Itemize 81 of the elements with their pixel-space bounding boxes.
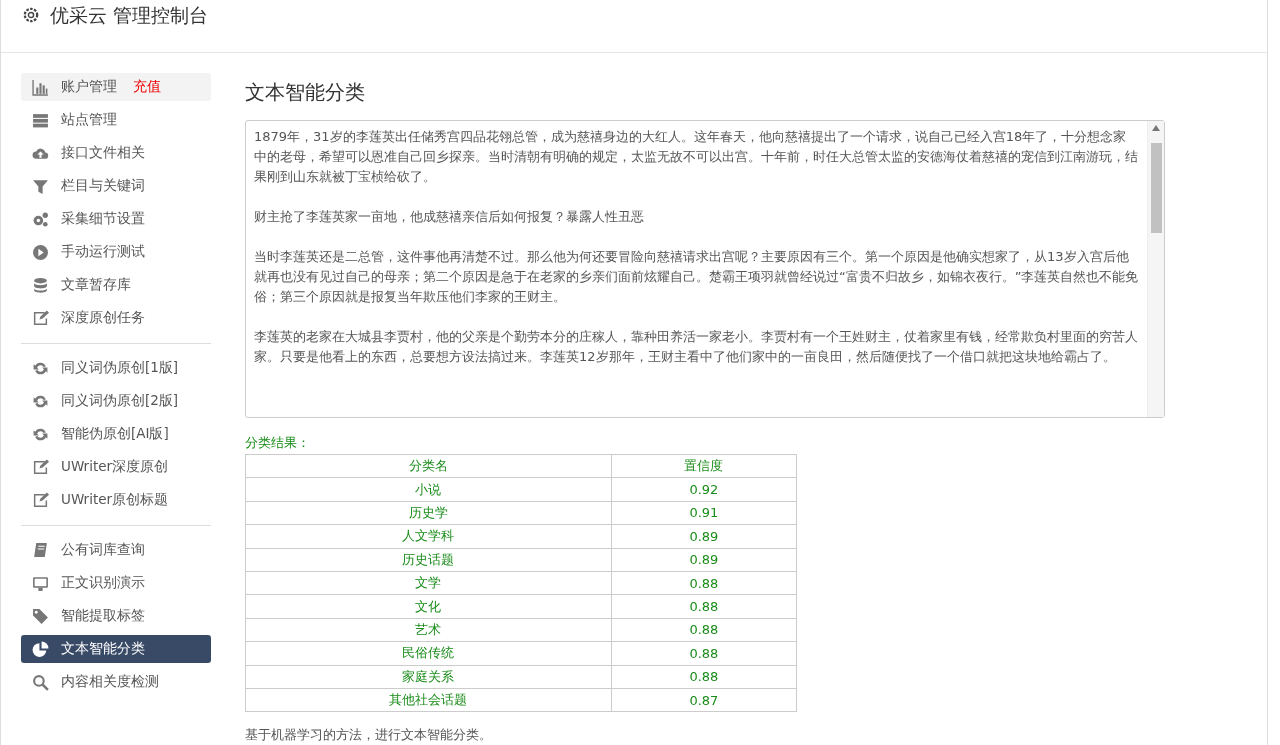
table-cell: 小说 [245, 477, 612, 502]
sidebar-item-label: 内容相关度检测 [61, 673, 159, 691]
sidebar-item[interactable]: 内容相关度检测 [21, 668, 211, 696]
sidebar-item[interactable]: UWriter原创标题 [21, 486, 211, 514]
sidebar-item-label: 同义词伪原创[1版] [61, 359, 179, 377]
table-cell: 家庭关系 [245, 665, 612, 689]
edit-icon [32, 458, 49, 476]
table-cell: 0.87 [611, 688, 797, 712]
table-cell: 人文学科 [245, 524, 612, 549]
sidebar-item-label: 采集细节设置 [61, 210, 145, 228]
monitor-icon [32, 574, 49, 592]
table-cell: 民俗传统 [245, 641, 612, 665]
table-cell: 0.88 [611, 641, 797, 665]
sidebar-item-label: 账户管理 [61, 78, 117, 96]
console-title: 优采云 管理控制台 [50, 3, 209, 28]
scroll-up-icon[interactable] [1152, 125, 1160, 131]
sidebar-item[interactable]: 文章暂存库 [21, 271, 211, 299]
sidebar-item-label: 栏目与关键词 [61, 177, 145, 195]
sidebar-item[interactable]: 文本智能分类 [21, 635, 211, 663]
search-icon [32, 673, 49, 691]
sidebar-item[interactable]: 智能伪原创[AI版] [21, 420, 211, 448]
filter-icon [32, 177, 49, 195]
description-text: 基于机器学习的方法，进行文本智能分类。 [245, 726, 493, 745]
column-header: 分类名 [245, 454, 612, 478]
sidebar-item[interactable]: 公有词库查询 [21, 536, 211, 564]
sidebar-item[interactable]: 接口文件相关 [21, 139, 211, 167]
article-text-area[interactable]: 1879年，31岁的李莲英出任储秀宫四品花翎总管，成为慈禧身边的大红人。这年春天，他向慈禧提出了一个请求，说自己已经入宫18年了，十分想念家中的老母，希望可以恩准自己回乡探亲。当时清朝有明确的规定，太监无故不可以出宫。十年前，时任大总管太监的安德海仗着慈禧的宠信到江南游玩，结果刚到山东就被丁宝桢给砍了。 财主抢了李莲英家一亩地，他成慈禧亲信后如何报复？暴露人性丑恶 当时李莲英还是二总管，这件事他再清楚不过。那么他为何还要冒险向慈禧请求出宫呢？主要原因有三个。第一个原因是他确实想家了，从13岁入宫后他就再也没有见过自己的母亲；第二个原因是急于在老家的乡亲们面前炫耀自己。楚霸王项羽就曾经说过“富贵不归故乡，如锦衣夜行。”李莲英自然也不能免俗；第三个原因就是报复当年欺压他们李家的王财主。 李莲英的老家在大城县李贾村，他的父亲是个勤劳本分的庄稼人，靠种田养活一家老小。李贾村有一个王姓财主，仗着家里有钱，经常欺负村里面的穷苦人家。只要是他看上的东西，总要想方设法搞过来。李莲英12岁那年，王财主看中了他们家中的一亩良田，然后随便找了一个借口就把这块地给霸占了。 [245, 120, 1165, 418]
sidebar-item-label: UWriter深度原创 [61, 458, 169, 476]
tag-icon [32, 607, 49, 625]
sidebar-item-label: 智能伪原创[AI版] [61, 425, 169, 443]
sidebar-item-label: 文本智能分类 [61, 640, 145, 658]
table-cell: 文学 [245, 571, 612, 595]
sidebar-item-label: 接口文件相关 [61, 144, 145, 162]
column-header: 置信度 [611, 454, 797, 478]
sidebar-item[interactable]: 智能提取标签 [21, 602, 211, 630]
gears-icon [32, 210, 49, 228]
table-cell: 艺术 [245, 618, 612, 642]
sidebar-item[interactable]: 深度原创任务 [21, 304, 211, 332]
sidebar-item[interactable]: 正文识别演示 [21, 569, 211, 597]
table-cell: 其他社会话题 [245, 688, 612, 712]
sidebar-item[interactable]: UWriter深度原创 [21, 453, 211, 481]
scrollbar-thumb[interactable] [1150, 143, 1162, 233]
sidebar-item-label: UWriter原创标题 [61, 491, 169, 509]
settings-icon [22, 6, 40, 24]
sidebar-item[interactable]: 采集细节设置 [21, 205, 211, 233]
sidebar-item[interactable]: 站点管理 [21, 106, 211, 134]
table-cell: 文化 [245, 594, 612, 619]
result-label: 分类结果： [245, 434, 311, 452]
sidebar-item-label: 公有词库查询 [61, 541, 145, 559]
sidebar-item-label: 智能提取标签 [61, 607, 145, 625]
sidebar-item-label: 文章暂存库 [61, 276, 131, 294]
table-cell: 0.88 [611, 571, 797, 595]
sidebar-item-label: 手动运行测试 [61, 243, 145, 261]
server-icon [32, 111, 49, 129]
edit-icon [32, 491, 49, 509]
sidebar-item-label: 正文识别演示 [61, 574, 145, 592]
table-cell: 0.89 [611, 548, 797, 572]
table-cell: 历史话题 [245, 548, 612, 572]
pie-chart-icon [32, 640, 49, 658]
recharge-link[interactable]: 充值 [133, 78, 161, 96]
sidebar-item[interactable]: 账户管理 充值 [21, 73, 211, 101]
sidebar-item[interactable]: 同义词伪原创[2版] [21, 387, 211, 415]
page-title: 文本智能分类 [245, 79, 366, 106]
sidebar-item[interactable]: 同义词伪原创[1版] [21, 354, 211, 382]
sidebar-item-label: 同义词伪原创[2版] [61, 392, 179, 410]
table-cell: 0.92 [611, 477, 797, 502]
sidebar-item-label: 深度原创任务 [61, 309, 145, 327]
sidebar-item-label: 站点管理 [61, 111, 117, 129]
bar-chart-icon [32, 78, 49, 96]
table-cell: 0.88 [611, 594, 797, 619]
table-cell: 历史学 [245, 501, 612, 525]
sidebar-item[interactable]: 栏目与关键词 [21, 172, 211, 200]
play-icon [32, 243, 49, 261]
table-cell: 0.88 [611, 665, 797, 689]
table-cell: 0.91 [611, 501, 797, 525]
book-icon [32, 541, 49, 559]
sidebar-item[interactable]: 手动运行测试 [21, 238, 211, 266]
table-cell: 0.88 [611, 618, 797, 642]
edit-icon [32, 309, 49, 327]
database-icon [32, 276, 49, 294]
table-cell: 0.89 [611, 524, 797, 549]
